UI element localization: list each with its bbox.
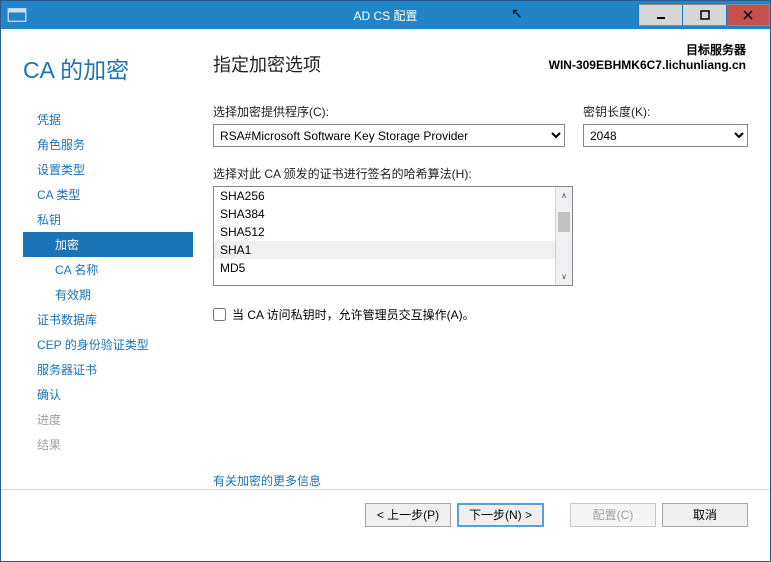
hash-option[interactable]: SHA512 — [214, 223, 572, 241]
provider-label: 选择加密提供程序(C): — [213, 103, 565, 120]
nav-item[interactable]: CA 类型 — [23, 182, 193, 207]
scroll-down-icon[interactable]: ∨ — [556, 268, 572, 285]
wizard-window: AD CS 配置 ↖ 目标服务器 WIN-309EBHMK6C7.lichunl… — [0, 0, 771, 562]
hash-option[interactable]: SHA384 — [214, 205, 572, 223]
cancel-button[interactable]: 取消 — [662, 503, 748, 527]
allow-interaction-checkbox[interactable] — [213, 308, 226, 321]
nav-item[interactable]: 服务器证书 — [23, 357, 193, 382]
window-controls — [638, 4, 770, 26]
nav-item[interactable]: 有效期 — [23, 282, 193, 307]
maximize-button[interactable] — [682, 4, 726, 26]
close-button[interactable] — [726, 4, 770, 26]
keylen-label: 密钥长度(K): — [583, 103, 748, 120]
sidebar: CA 的加密 凭据角色服务设置类型CA 类型私钥加密CA 名称有效期证书数据库C… — [23, 51, 193, 489]
nav-item[interactable]: 确认 — [23, 382, 193, 407]
hash-option[interactable]: SHA1 — [214, 241, 572, 259]
scroll-track[interactable] — [556, 204, 572, 268]
keylen-select[interactable]: 2048 — [583, 124, 748, 147]
main-heading: 指定加密选项 — [213, 51, 748, 77]
nav-list: 凭据角色服务设置类型CA 类型私钥加密CA 名称有效期证书数据库CEP 的身份验… — [23, 107, 193, 457]
configure-button[interactable]: 配置(C) — [570, 503, 656, 527]
hash-listbox[interactable]: SHA256SHA384SHA512SHA1MD5 ∧ ∨ — [213, 186, 573, 286]
nav-item[interactable]: 证书数据库 — [23, 307, 193, 332]
main-panel: 指定加密选项 选择加密提供程序(C): RSA#Microsoft Softwa… — [193, 51, 748, 489]
hash-option[interactable]: MD5 — [214, 259, 572, 277]
scroll-thumb[interactable] — [558, 212, 570, 232]
app-icon — [7, 5, 27, 25]
more-info-link[interactable]: 有关加密的更多信息 — [213, 472, 321, 489]
next-button[interactable]: 下一步(N) > — [457, 503, 544, 527]
hash-option[interactable]: SHA256 — [214, 187, 572, 205]
footer: < 上一步(P) 下一步(N) > 配置(C) 取消 — [1, 489, 770, 539]
nav-item: 结果 — [23, 432, 193, 457]
titlebar: AD CS 配置 ↖ — [1, 1, 770, 29]
nav-item[interactable]: CA 名称 — [23, 257, 193, 282]
nav-item: 进度 — [23, 407, 193, 432]
nav-item[interactable]: 私钥 — [23, 207, 193, 232]
nav-item[interactable]: 设置类型 — [23, 157, 193, 182]
nav-item[interactable]: 加密 — [23, 232, 193, 257]
page-title: CA 的加密 — [23, 51, 193, 85]
minimize-button[interactable] — [638, 4, 682, 26]
nav-item[interactable]: 凭据 — [23, 107, 193, 132]
provider-select[interactable]: RSA#Microsoft Software Key Storage Provi… — [213, 124, 565, 147]
hash-label: 选择对此 CA 颁发的证书进行签名的哈希算法(H): — [213, 165, 748, 182]
nav-item[interactable]: CEP 的身份验证类型 — [23, 332, 193, 357]
cursor-icon: ↖ — [511, 5, 523, 22]
scroll-up-icon[interactable]: ∧ — [556, 187, 572, 204]
nav-item[interactable]: 角色服务 — [23, 132, 193, 157]
scrollbar[interactable]: ∧ ∨ — [555, 187, 572, 285]
prev-button[interactable]: < 上一步(P) — [365, 503, 451, 527]
allow-interaction-label: 当 CA 访问私钥时，允许管理员交互操作(A)。 — [232, 306, 475, 323]
